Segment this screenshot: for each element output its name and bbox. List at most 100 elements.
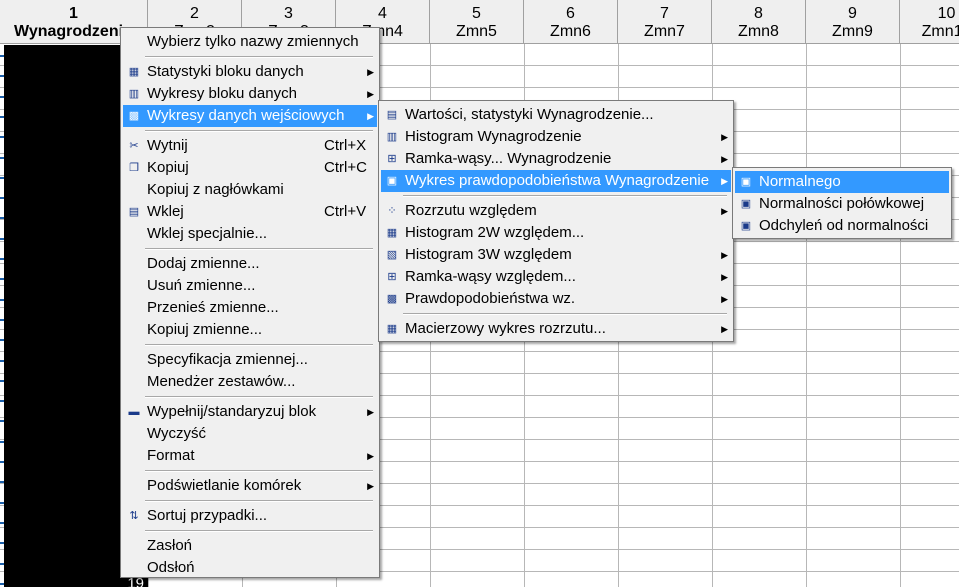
column-header-8[interactable]: 8 Zmn8 [712, 0, 806, 44]
menu-separator [145, 530, 373, 532]
input-charts-submenu: ▤ Wartości, statystyki Wynagrodzenie... ▥ H… [378, 100, 734, 342]
row-marker [0, 278, 4, 281]
menu-item-ramka-wasy-wzgledem[interactable]: ⊞ Ramka-wąsy względem... ▶ [381, 266, 731, 288]
column-number: 9 [848, 5, 857, 22]
menu-item-wyczysc[interactable]: Wyczyść [123, 423, 377, 445]
row-marker [0, 339, 4, 342]
column-number: 3 [284, 5, 293, 22]
menu-item-prawdopodobienstwa-wz[interactable]: ▩ Prawdopodobieństwa wz. ▶ [381, 288, 731, 310]
menu-item-specyfikacja-zmiennej[interactable]: Specyfikacja zmiennej... [123, 349, 377, 371]
menu-item-menedzer-zestawow[interactable]: Menedżer zestawów... [123, 371, 377, 393]
row-marker [0, 55, 4, 57]
menu-item-kopiuj-z-naglowkami[interactable]: Kopiuj z nagłówkami [123, 179, 377, 201]
menu-item-histogram-3w-wzgledem[interactable]: ▧ Histogram 3W względem ▶ [381, 244, 731, 266]
menu-item-label: Rozrzutu względem [405, 202, 537, 219]
probability-plot-icon: ▣ [386, 175, 398, 187]
column-name: Zmn7 [644, 23, 685, 40]
menu-item-przenies-zmienne[interactable]: Przenieś zmienne... [123, 297, 377, 319]
menu-item-wklej-specjalnie[interactable]: Wklej specjalnie... [123, 223, 377, 245]
menu-item-wybierz-tylko-nazwy-zmiennych[interactable]: Wybierz tylko nazwy zmiennych [123, 31, 377, 53]
scatter-matrix-icon: ▦ [386, 323, 398, 335]
values-stats-icon: ▤ [386, 109, 398, 121]
column-header-6[interactable]: 6 Zmn6 [524, 0, 618, 44]
menu-item-wartosci-statystyki-wynagrodzenie[interactable]: ▤ Wartości, statystyki Wynagrodzenie... [381, 104, 731, 126]
context-menu: Wybierz tylko nazwy zmiennych ▦ Statystyki… [120, 27, 380, 578]
menu-item-label: Normalnego [759, 173, 841, 190]
row-marker [0, 521, 4, 524]
menu-item-label: Statystyki bloku danych [147, 63, 304, 80]
submenu-arrow-icon: ▶ [721, 206, 728, 216]
row-marker [0, 156, 4, 159]
row-marker [0, 136, 4, 139]
submenu-arrow-icon: ▶ [721, 176, 728, 186]
menu-item-wykresy-bloku-danych[interactable]: ▥ Wykresy bloku danych ▶ [123, 83, 377, 105]
scatter-icon: ⁘ [387, 205, 397, 217]
menu-item-kopiuj-zmienne[interactable]: Kopiuj zmienne... [123, 319, 377, 341]
menu-item-label: Podświetlanie komórek [147, 477, 302, 494]
menu-item-label: Ramka-wąsy względem... [405, 268, 576, 285]
menu-item-label: Wytnij [147, 137, 188, 154]
row-marker [0, 582, 4, 585]
submenu-arrow-icon: ▶ [367, 111, 374, 121]
column-header-9[interactable]: 9 Zmn9 [806, 0, 900, 44]
detrended-normal-plot-icon: ▣ [740, 220, 752, 232]
menu-item-statystyki-bloku-danych[interactable]: ▦ Statystyki bloku danych ▶ [123, 61, 377, 83]
menu-item-label: Histogram 3W względem [405, 246, 572, 263]
menu-item-label: Wykresy bloku danych [147, 85, 297, 102]
menu-item-macierzowy-wykres-rozrzutu[interactable]: ▦ Macierzowy wykres rozrzutu... ▶ [381, 318, 731, 340]
histogram-2w-icon: ▦ [386, 227, 398, 239]
row-marker [0, 318, 4, 321]
column-number: 7 [660, 5, 669, 22]
menu-item-format[interactable]: Format ▶ [123, 445, 377, 467]
submenu-arrow-icon: ▶ [367, 67, 374, 77]
menu-item-wykres-prawdopodobienstwa-wynagrodzenie[interactable]: ▣ Wykres prawdopodobieństwa Wynagrodzenie… [381, 170, 731, 192]
submenu-arrow-icon: ▶ [367, 481, 374, 491]
menu-item-podswietlanie-komorek[interactable]: Podświetlanie komórek ▶ [123, 475, 377, 497]
input-chart-icon: ▩ [128, 110, 140, 122]
menu-item-label: Format [147, 447, 195, 464]
submenu-arrow-icon: ▶ [721, 132, 728, 142]
column-name: Zmn8 [738, 23, 779, 40]
row-marker [0, 501, 4, 504]
paste-icon: ▤ [128, 206, 140, 218]
menu-item-label: Wykres prawdopodobieństwa Wynagrodzenie [405, 172, 710, 189]
column-header-5[interactable]: 5 Zmn5 [430, 0, 524, 44]
menu-item-label: Macierzowy wykres rozrzutu... [405, 320, 606, 337]
menu-item-ramka-wasy-wynagrodzenie[interactable]: ⊞ Ramka-wąsy... Wynagrodzenie ▶ [381, 148, 731, 170]
menu-item-kopiuj[interactable]: ❐ Kopiuj Ctrl+C [123, 157, 377, 179]
menu-item-histogram-2w-wzgledem[interactable]: ▦ Histogram 2W względem... [381, 222, 731, 244]
row-marker [0, 298, 4, 301]
column-header-7[interactable]: 7 Zmn7 [618, 0, 712, 44]
menu-item-zaslon[interactable]: Zasłoń [123, 535, 377, 557]
menu-item-usun-zmienne[interactable]: Usuń zmienne... [123, 275, 377, 297]
menu-item-odslon[interactable]: Odsłoń [123, 557, 377, 579]
menu-item-histogram-wynagrodzenie[interactable]: ▥ Histogram Wynagrodzenie ▶ [381, 126, 731, 148]
column-number: 8 [754, 5, 763, 22]
menu-item-label: Histogram 2W względem... [405, 224, 585, 241]
submenu-arrow-icon: ▶ [367, 89, 374, 99]
row-marker [0, 115, 4, 118]
menu-item-dodaj-zmienne[interactable]: Dodaj zmienne... [123, 253, 377, 275]
menu-item-normalnego[interactable]: ▣ Normalnego [735, 171, 949, 193]
column-number: 4 [378, 5, 387, 22]
menu-item-rozrzutu-wzgledem[interactable]: ⁘ Rozrzutu względem ▶ [381, 200, 731, 222]
column-header-10[interactable]: 10Zmn10 [900, 0, 959, 44]
menu-separator [145, 130, 373, 132]
half-normal-plot-icon: ▣ [740, 198, 752, 210]
row-marker [0, 440, 4, 443]
menu-item-normalnosci-polowkowej[interactable]: ▣ Normalności połówkowej [735, 193, 949, 215]
row-marker [0, 217, 4, 220]
row-marker [0, 95, 4, 98]
menu-item-wypelnij-standaryzuj-blok[interactable]: ▬ Wypełnij/standaryzuj blok ▶ [123, 401, 377, 423]
fill-block-icon: ▬ [128, 406, 140, 418]
row-marker [0, 359, 4, 362]
menu-item-wklej[interactable]: ▤ Wklej Ctrl+V [123, 201, 377, 223]
menu-item-wykresy-danych-wejsciowych[interactable]: ▩ Wykresy danych wejściowych ▶ [123, 105, 377, 127]
menu-item-label: Wyczyść [147, 425, 207, 442]
menu-item-sortuj-przypadki[interactable]: ⇅ Sortuj przypadki... [123, 505, 377, 527]
menu-separator [145, 470, 373, 472]
row-marker [0, 197, 4, 200]
row-marker [0, 542, 4, 545]
menu-item-odchylen-od-normalnosci[interactable]: ▣ Odchyleń od normalności [735, 215, 949, 237]
menu-item-wytnij[interactable]: ✂ Wytnij Ctrl+X [123, 135, 377, 157]
